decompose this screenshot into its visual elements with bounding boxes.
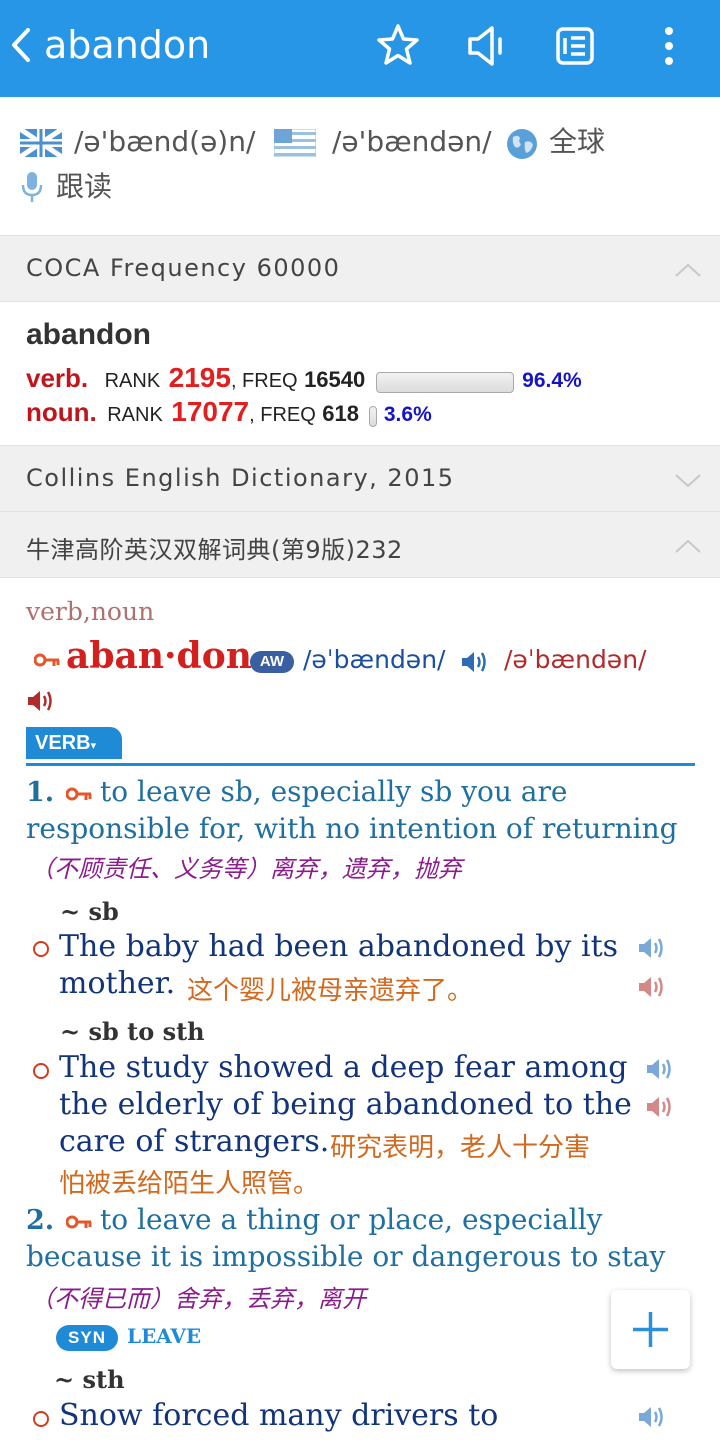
example-sentence: care of strangers. [59,1124,330,1159]
speaker-red-icon[interactable] [636,974,666,1000]
coca-row-noun: noun. RANK 17077, FREQ 618 3.6% [26,396,432,430]
section-divider [26,763,695,766]
uk-phonetic[interactable]: /ə'bænd(ə)n/ [74,124,255,160]
usage-pattern: ~ sb to sth [60,1017,205,1046]
coca-row-verb: verb. RANK 2195, FREQ 16540 96.4% [26,362,582,396]
sense-number: 1. [26,777,55,808]
sense-number: 2. [26,1205,55,1236]
oxford-header-label: 牛津高阶英汉双解词典(第9版)232 [26,536,403,564]
verb-tab[interactable]: VERB▾ [26,727,122,759]
verb-tab-label: VERB [35,732,91,754]
collins-header-label: Collins English Dictionary, 2015 [26,464,455,492]
freq-label: , FREQ [230,370,298,392]
academic-word-badge: AW [250,651,294,673]
pos-line: verb,noun [26,597,155,626]
coca-word: abandon [26,318,151,351]
rank-label: RANK [104,370,161,392]
example-translation: 怕被丢给陌生人照管。 [59,1169,320,1199]
key-icon [34,653,60,667]
freq-label: , FREQ [249,404,316,426]
speaker-red-icon[interactable] [644,1094,674,1120]
frequency-bar [375,372,514,394]
rank-value: 2195 [168,362,231,393]
example-bullet [33,1411,49,1427]
chevron-down-icon[interactable] [674,466,702,494]
microphone-icon[interactable] [20,170,44,204]
coca-frequency-panel: abandon verb. RANK 2195, FREQ 16540 96.4… [26,318,706,428]
coca-header-label: COCA Frequency 60000 [26,254,341,282]
oxford-section-header[interactable]: 牛津高阶英汉双解词典(第9版)232 [0,511,720,578]
speaker-blue-icon[interactable] [636,1404,666,1430]
chinese-definition: （不顾责任、义务等）离弃，遗弃，抛弃 [30,855,462,883]
example-sentence: The baby had been abandoned by its [59,929,619,964]
more-vertical-icon[interactable] [645,22,693,70]
chevron-up-icon[interactable] [674,532,702,560]
rank-label: RANK [107,404,163,426]
key-icon [66,787,92,801]
example-bullet [33,1063,49,1079]
speaker-blue-icon[interactable] [636,935,666,961]
example-bullet [33,941,49,957]
example-translation: 这个婴儿被母亲遗弃了。 [187,976,474,1006]
definition-line: to leave a thing or place, especially [100,1203,603,1236]
follow-read-label[interactable]: 跟读 [56,169,112,205]
example-translation: 研究表明，老人十分害 [330,1133,591,1163]
frequency-bar [369,406,378,428]
example-sentence: The study showed a deep fear among [59,1050,628,1085]
app-bar: abandon [0,0,720,97]
globe-icon[interactable] [506,128,538,160]
speaker-icon[interactable] [462,22,510,70]
usage-pattern: ~ sth [54,1365,125,1394]
frequency-percent: 96.4% [522,369,582,392]
example-sentence: the elderly of being abandoned to the [59,1087,632,1122]
plus-icon [633,1312,668,1347]
pronunciation-panel: /ə'bænd(ə)n/ /ə'bændən/ 全球 跟读 [0,97,720,235]
key-icon [66,1215,92,1229]
add-button[interactable] [611,1290,690,1369]
dropdown-arrow-icon: ▾ [90,740,97,752]
us-flag-icon[interactable] [274,129,316,157]
us-phonetic[interactable]: /ə'bændən/ [332,124,492,160]
speaker-blue-icon[interactable] [459,649,489,675]
synonym-link[interactable]: LEAVE [127,1324,201,1348]
definition-line: to leave sb, especially sb you are [100,775,568,808]
back-chevron-icon[interactable] [6,22,36,68]
chevron-up-icon[interactable] [674,256,702,284]
speaker-blue-icon[interactable] [644,1056,674,1082]
list-icon[interactable] [551,22,599,70]
collins-section-header[interactable]: Collins English Dictionary, 2015 [0,445,720,512]
definition-line: responsible for, with no intention of re… [26,812,678,845]
uk-flag-icon[interactable] [20,129,62,157]
star-icon[interactable] [374,22,422,70]
rank-value: 17077 [171,396,250,427]
global-label[interactable]: 全球 [549,124,605,160]
synonym-badge: SYN [56,1325,118,1351]
freq-value: 16540 [304,367,366,392]
chinese-definition: （不得已而）舍弃，丢弃，离开 [30,1285,366,1313]
definition-line: because it is impossible or dangerous to… [26,1240,666,1273]
usage-pattern: ~ sb [60,897,119,926]
headword: aban·don [66,635,252,677]
frequency-percent: 3.6% [383,403,432,426]
coca-pos: noun. [26,397,97,427]
phonetic-us: /əˈbændən/ [504,645,647,674]
page-title: abandon [44,23,211,67]
phonetic-uk: /əˈbændən/ [303,645,446,674]
speaker-red-icon[interactable] [25,688,55,714]
example-sentence: mother. [59,966,176,1001]
coca-pos: verb. [26,363,89,393]
coca-section-header[interactable]: COCA Frequency 60000 [0,235,720,302]
freq-value: 618 [322,401,359,426]
example-sentence: Snow forced many drivers to [59,1398,499,1433]
